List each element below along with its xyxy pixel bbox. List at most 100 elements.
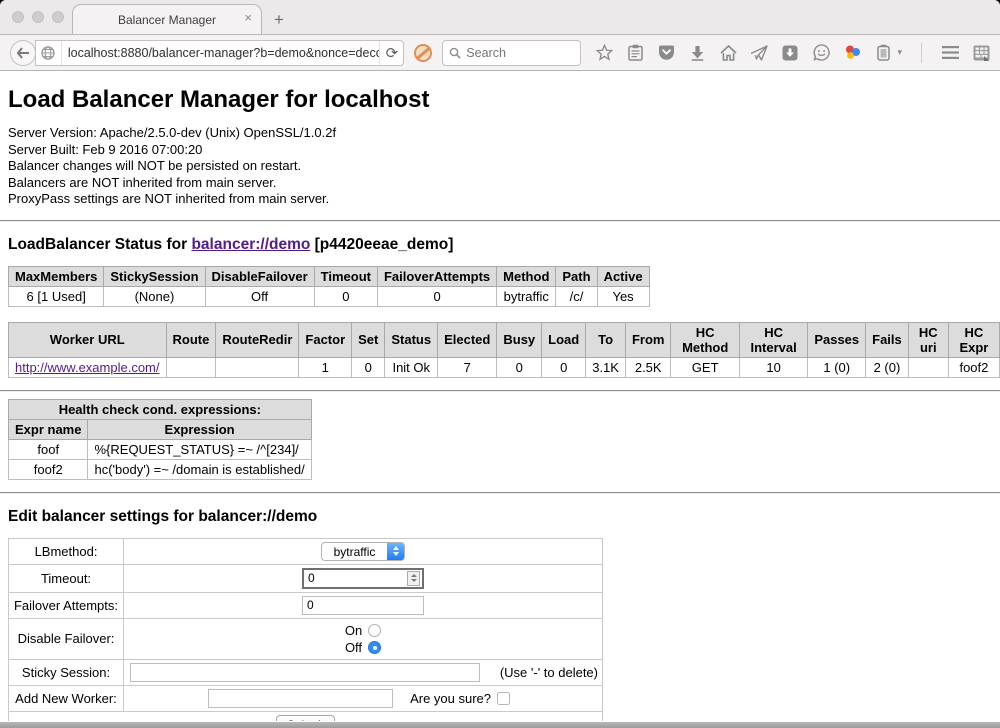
balancer-status-table: MaxMembers StickySession DisableFailover…: [8, 266, 650, 307]
form-row-failover-attempts: Failover Attempts:: [9, 592, 603, 618]
table-row: 6 [1 Used] (None) Off 0 0 bytraffic /c/ …: [9, 286, 650, 306]
home-icon[interactable]: [719, 44, 737, 62]
page-content: Load Balancer Manager for localhost Serv…: [0, 71, 1000, 721]
table-title-row: Health check cond. expressions:: [9, 399, 312, 419]
col-timeout: Timeout: [314, 266, 377, 286]
table-header-row: Worker URL Route RouteRedir Factor Set S…: [9, 322, 1000, 357]
add-worker-input[interactable]: [208, 689, 393, 708]
lbmethod-selected-value: bytraffic: [322, 543, 388, 560]
timeout-label: Timeout:: [9, 564, 124, 592]
proxypass-note-line: ProxyPass settings are NOT inherited fro…: [8, 191, 992, 208]
tab-title: Balancer Manager: [118, 13, 216, 27]
health-check-table: Health check cond. expressions: Expr nam…: [8, 399, 312, 480]
sticky-session-note: (Use '-' to delete): [500, 665, 598, 680]
col-stickysession: StickySession: [104, 266, 205, 286]
url-bar[interactable]: localhost:8880/balancer-manager?b=demo&n…: [35, 40, 405, 66]
divider: [0, 220, 1000, 222]
select-arrows-icon: [387, 543, 404, 560]
tab-close-icon[interactable]: ×: [244, 11, 252, 24]
window-controls[interactable]: [12, 11, 64, 23]
menu-hamburger-icon[interactable]: [941, 44, 959, 62]
are-you-sure-label: Are you sure?: [410, 691, 491, 706]
submit-button[interactable]: Submit: [276, 715, 335, 722]
failover-attempts-input[interactable]: [302, 596, 424, 615]
edit-settings-heading: Edit balancer settings for balancer://de…: [8, 508, 992, 526]
page-title: Load Balancer Manager for localhost: [8, 86, 992, 114]
new-tab-button[interactable]: +: [274, 11, 284, 28]
color-dots-icon[interactable]: [843, 44, 861, 62]
close-window-button[interactable]: [12, 11, 24, 23]
search-magnifier-icon: [449, 47, 461, 59]
number-spinner[interactable]: [407, 571, 420, 586]
feedback-smiley-icon[interactable]: [812, 44, 830, 62]
pocket-icon[interactable]: [657, 44, 675, 62]
radio-on-label: On: [345, 623, 362, 638]
url-text[interactable]: localhost:8880/balancer-manager?b=demo&n…: [62, 46, 380, 60]
save-to-device-icon[interactable]: [781, 44, 799, 62]
form-row-disable-failover: Disable Failover: On Off: [9, 618, 603, 659]
col-failoverattempts: FailoverAttempts: [377, 266, 496, 286]
toolbar-icons: ▾: [595, 43, 990, 63]
form-row-sticky-session: Sticky Session: (Use '-' to delete): [9, 659, 603, 685]
server-version-line: Server Version: Apache/2.5.0-dev (Unix) …: [8, 125, 992, 142]
status-heading-suffix: [p4420eeae_demo]: [310, 236, 453, 253]
bookmark-star-icon[interactable]: [595, 44, 613, 62]
sticky-session-label: Sticky Session:: [9, 659, 124, 685]
col-active: Active: [597, 266, 649, 286]
divider: [0, 390, 1000, 392]
apps-grid-icon[interactable]: [972, 44, 990, 62]
browser-tab[interactable]: Balancer Manager ×: [72, 4, 262, 34]
lbmethod-select[interactable]: bytraffic: [321, 542, 406, 561]
table-row: foof %{REQUEST_STATUS} =~ /^[234]/: [9, 439, 312, 459]
col-maxmembers: MaxMembers: [9, 266, 104, 286]
minimize-window-button[interactable]: [32, 11, 44, 23]
search-input[interactable]: [466, 46, 566, 60]
zoom-window-button[interactable]: [52, 11, 64, 23]
radio-off[interactable]: [368, 641, 381, 654]
status-heading: LoadBalancer Status for balancer://demo …: [8, 236, 992, 254]
divider: [0, 492, 1000, 494]
clipboard-icon[interactable]: [626, 44, 644, 62]
search-bar[interactable]: [442, 40, 581, 66]
lbmethod-label: LBmethod:: [9, 538, 124, 564]
worker-table: Worker URL Route RouteRedir Factor Set S…: [8, 322, 1000, 378]
container-icon[interactable]: [874, 44, 892, 62]
window-bottom-edge: [0, 722, 1000, 728]
toolbar-divider: [921, 43, 922, 63]
table-header-row: MaxMembers StickySession DisableFailover…: [9, 266, 650, 286]
sticky-session-input[interactable]: [130, 663, 480, 682]
content-blocked-icon[interactable]: [414, 44, 432, 62]
failover-attempts-label: Failover Attempts:: [9, 592, 124, 618]
send-plane-icon[interactable]: [750, 44, 768, 62]
health-table-title: Health check cond. expressions:: [9, 399, 312, 419]
persist-note-line: Balancer changes will NOT be persisted o…: [8, 158, 992, 175]
radio-off-label: Off: [345, 640, 362, 655]
browser-window: Balancer Manager × + localhost:8880/bala…: [0, 0, 1000, 722]
table-header-row: Expr name Expression: [9, 419, 312, 439]
add-worker-label: Add New Worker:: [9, 685, 124, 711]
back-button[interactable]: [10, 40, 36, 66]
table-row: foof2 hc('body') =~ /domain is establish…: [9, 459, 312, 479]
col-path: Path: [556, 266, 597, 286]
status-heading-prefix: LoadBalancer Status for: [8, 236, 191, 253]
worker-url-link[interactable]: http://www.example.com/: [15, 360, 160, 375]
back-arrow-icon: [16, 47, 30, 59]
reload-icon[interactable]: ⟳: [379, 41, 403, 65]
radio-on[interactable]: [368, 624, 381, 637]
form-row-lbmethod: LBmethod: bytraffic: [9, 538, 603, 564]
disable-failover-label: Disable Failover:: [9, 618, 124, 659]
overflow-caret-icon[interactable]: ▾: [897, 47, 902, 58]
col-disablefailover: DisableFailover: [205, 266, 314, 286]
edit-balancer-form: LBmethod: bytraffic Timeout:: [8, 538, 603, 722]
tab-bar: Balancer Manager × +: [0, 0, 1000, 35]
downloads-icon[interactable]: [688, 44, 706, 62]
col-worker-url: Worker URL: [9, 322, 167, 357]
table-row: http://www.example.com/ 1 0 Init Ok 7 0 …: [9, 357, 1000, 377]
form-row-add-worker: Add New Worker: Are you sure?: [9, 685, 603, 711]
balancer-link[interactable]: balancer://demo: [191, 236, 310, 253]
server-built-line: Server Built: Feb 9 2016 07:00:20: [8, 142, 992, 159]
globe-icon[interactable]: [36, 41, 62, 65]
col-method: Method: [497, 266, 556, 286]
are-you-sure-checkbox[interactable]: [497, 692, 510, 705]
timeout-input[interactable]: [302, 568, 424, 589]
